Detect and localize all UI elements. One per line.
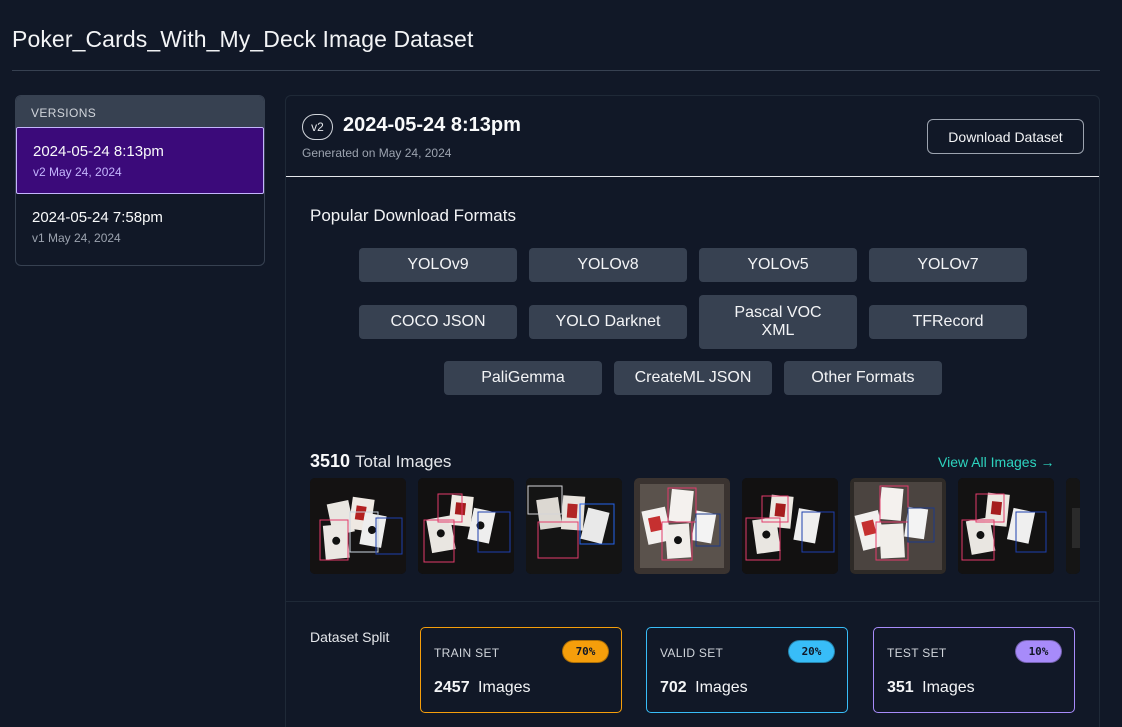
format-tfrecord-button[interactable]: TFRecord <box>869 305 1027 339</box>
format-createml-json-button[interactable]: CreateML JSON <box>614 361 772 395</box>
format-yolo-darknet-button[interactable]: YOLO Darknet <box>529 305 687 339</box>
card-photo-icon <box>850 478 946 574</box>
total-images: 3510 Total Images <box>310 451 451 472</box>
test-set-card[interactable]: TEST SET 10% 351 Images <box>873 627 1075 713</box>
version-item-v2[interactable]: 2024-05-24 8:13pm v2 May 24, 2024 <box>16 127 264 194</box>
title-divider <box>12 70 1100 71</box>
version-badge: v2 <box>302 114 333 140</box>
image-thumbnail[interactable] <box>742 478 838 574</box>
page-title: Poker_Cards_With_My_Deck Image Dataset <box>12 26 474 52</box>
valid-set-card[interactable]: VALID SET 20% 702 Images <box>646 627 848 713</box>
other-formats-button[interactable]: Other Formats <box>784 361 942 395</box>
split-percentage-badge: 70% <box>562 640 609 663</box>
split-count-unit: Images <box>695 679 748 696</box>
format-pascal-voc-xml-button[interactable]: Pascal VOC XML <box>699 295 857 349</box>
split-percentage-badge: 10% <box>1015 640 1062 663</box>
version-subtitle: v1 May 24, 2024 <box>32 231 121 245</box>
generated-date: Generated on May 24, 2024 <box>302 146 452 160</box>
image-thumbnail[interactable] <box>526 478 622 574</box>
split-count-unit: Images <box>922 679 975 696</box>
format-yolov5-button[interactable]: YOLOv5 <box>699 248 857 282</box>
split-divider <box>286 601 1099 602</box>
image-thumbnail[interactable] <box>310 478 406 574</box>
card-photo-icon <box>742 478 838 574</box>
split-name: TRAIN SET <box>434 646 500 660</box>
formats-title: Popular Download Formats <box>310 206 516 225</box>
card-photo-icon <box>418 478 514 574</box>
versions-header: VERSIONS <box>16 96 264 127</box>
format-yolov7-button[interactable]: YOLOv7 <box>869 248 1027 282</box>
split-image-count: 2457 Images <box>434 679 531 697</box>
train-set-card[interactable]: TRAIN SET 70% 2457 Images <box>420 627 622 713</box>
image-thumbnail[interactable] <box>850 478 946 574</box>
card-photo-icon <box>310 478 406 574</box>
format-yolov8-button[interactable]: YOLOv8 <box>529 248 687 282</box>
split-image-count: 702 Images <box>660 679 748 697</box>
card-photo-icon <box>526 478 622 574</box>
image-thumbnail[interactable] <box>418 478 514 574</box>
version-name: 2024-05-24 8:13pm <box>33 143 164 160</box>
image-thumbnail[interactable] <box>1066 478 1080 574</box>
versions-panel: VERSIONS 2024-05-24 8:13pm v2 May 24, 20… <box>15 95 265 266</box>
version-detail-panel: v2 2024-05-24 8:13pm Generated on May 24… <box>285 95 1100 727</box>
version-item-v1[interactable]: 2024-05-24 7:58pm v1 May 24, 2024 <box>16 194 264 261</box>
total-images-label: Total Images <box>355 452 452 471</box>
image-thumbnail[interactable] <box>634 478 730 574</box>
format-coco-json-button[interactable]: COCO JSON <box>359 305 517 339</box>
image-thumbnail[interactable] <box>958 478 1054 574</box>
split-count-value: 2457 <box>434 679 470 696</box>
dataset-split-label: Dataset Split <box>310 629 390 645</box>
split-count-value: 702 <box>660 679 687 696</box>
card-photo-icon <box>958 478 1054 574</box>
split-name: VALID SET <box>660 646 724 660</box>
format-paligemma-button[interactable]: PaliGemma <box>444 361 602 395</box>
download-dataset-button[interactable]: Download Dataset <box>927 119 1084 154</box>
version-header: v2 2024-05-24 8:13pm Generated on May 24… <box>286 96 1099 177</box>
card-photo-icon <box>1066 478 1080 574</box>
card-photo-icon <box>634 478 730 574</box>
image-thumbnails <box>310 478 1080 574</box>
version-title: 2024-05-24 8:13pm <box>343 114 521 136</box>
split-count-value: 351 <box>887 679 914 696</box>
split-image-count: 351 Images <box>887 679 975 697</box>
split-name: TEST SET <box>887 646 947 660</box>
total-images-count: 3510 <box>310 451 351 471</box>
split-count-unit: Images <box>478 679 531 696</box>
version-name: 2024-05-24 7:58pm <box>32 209 163 226</box>
view-all-images-link[interactable]: View All Images → <box>938 454 1054 470</box>
format-yolov9-button[interactable]: YOLOv9 <box>359 248 517 282</box>
split-percentage-badge: 20% <box>788 640 835 663</box>
version-subtitle: v2 May 24, 2024 <box>33 165 122 179</box>
